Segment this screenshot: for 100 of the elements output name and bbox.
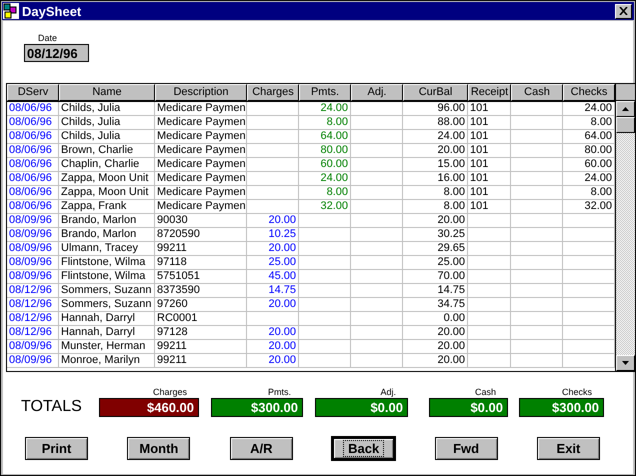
table-cell: 88.00 [403, 116, 468, 129]
scroll-thumb[interactable] [616, 117, 635, 133]
total-caption: Checks [562, 387, 592, 397]
table-cell: 08/09/96 [7, 354, 59, 367]
table-cell: 24.00 [299, 172, 351, 185]
table-cell: Flintstone, Wilma [59, 256, 155, 269]
table-cell: 29.65 [403, 242, 468, 255]
table-cell: 8.00 [403, 200, 468, 213]
table-cell: 14.75 [247, 284, 299, 297]
table-cell: Ulmann, Tracey [59, 242, 155, 255]
table-cell: Childs, Julia [59, 116, 155, 129]
column-header[interactable]: Charges [247, 84, 299, 101]
table-cell: 08/06/96 [7, 158, 59, 171]
table-cell: 64.00 [299, 130, 351, 143]
table-cell: 60.00 [299, 158, 351, 171]
table-cell: 97260 [155, 298, 247, 311]
table-cell: Medicare Paymen [155, 130, 247, 143]
window-title: DaySheet [22, 4, 82, 18]
table-cell: 101 [468, 116, 511, 129]
table-cell: 96.00 [403, 102, 468, 115]
column-header[interactable]: Description [155, 84, 247, 101]
table-cell: Brando, Marlon [59, 214, 155, 227]
column-header[interactable]: CurBal [403, 84, 468, 101]
table-cell: 08/09/96 [7, 228, 59, 241]
action-button[interactable]: Print [25, 437, 88, 460]
action-button[interactable]: Exit [536, 437, 600, 460]
table-cell: Munster, Herman [59, 340, 155, 353]
table-cell: 101 [468, 186, 511, 199]
table-cell: 08/09/96 [7, 256, 59, 269]
table-cell: 8.00 [299, 116, 351, 129]
table-cell: 08/06/96 [7, 172, 59, 185]
close-icon [619, 7, 628, 15]
table-cell: 97118 [155, 256, 247, 269]
scroll-up-button[interactable] [616, 101, 635, 117]
column-header[interactable]: Checks [563, 84, 615, 101]
table-cell: 08/06/96 [7, 144, 59, 157]
table-cell: 101 [468, 102, 511, 115]
action-button[interactable]: A/R [230, 437, 293, 460]
scrollbar[interactable] [615, 101, 635, 371]
totals-label: TOTALS [21, 398, 83, 416]
column-header[interactable]: Adj. [351, 84, 403, 101]
table-cell: 90030 [155, 214, 247, 227]
table-cell: 24.00 [403, 130, 468, 143]
table-cell: 20.00 [247, 354, 299, 367]
action-button[interactable]: Month [127, 437, 190, 460]
scroll-down-button[interactable] [616, 355, 635, 371]
table-cell: 101 [468, 172, 511, 185]
column-header[interactable]: DServ [7, 84, 59, 101]
table-cell: Medicare Paymen [155, 200, 247, 213]
table-cell: Medicare Paymen [155, 172, 247, 185]
action-button[interactable]: Fwd [434, 437, 498, 460]
down-arrow-icon [622, 361, 629, 365]
column-header[interactable]: Name [59, 84, 155, 101]
table-cell: RC0001 [155, 312, 247, 325]
table-cell: 08/12/96 [7, 326, 59, 339]
total-caption: Adj. [380, 387, 396, 397]
table-cell: 80.00 [299, 144, 351, 157]
table-cell: 08/09/96 [7, 242, 59, 255]
table-cell: 08/09/96 [7, 340, 59, 353]
column-header[interactable]: Receipt [468, 84, 511, 101]
table-cell: Monroe, Marilyn [59, 354, 155, 367]
table-cell: Medicare Paymen [155, 144, 247, 157]
table-cell: Medicare Paymen [155, 158, 247, 171]
table-cell: 101 [468, 200, 511, 213]
table-cell: 101 [468, 144, 511, 157]
table-cell: Childs, Julia [59, 102, 155, 115]
total-value: $300.00 [211, 398, 303, 417]
table-cell: 25.00 [403, 256, 468, 269]
table-cell: Zappa, Moon Unit [59, 186, 155, 199]
table-cell: 34.75 [403, 298, 468, 311]
table-cell: 08/09/96 [7, 214, 59, 227]
date-field[interactable]: 08/12/96 [24, 44, 89, 62]
table-cell: 99211 [155, 354, 247, 367]
table-cell: 08/09/96 [7, 270, 59, 283]
table-cell: 99211 [155, 242, 247, 255]
total-caption: Cash [474, 387, 496, 397]
table-cell: Childs, Julia [59, 130, 155, 143]
table-cell: 08/06/96 [7, 200, 59, 213]
table-cell: 101 [468, 158, 511, 171]
table-cell: 16.00 [403, 172, 468, 185]
table-cell: 08/06/96 [7, 186, 59, 199]
table-cell: Hannah, Darryl [59, 326, 155, 339]
table-cell: 08/12/96 [7, 312, 59, 325]
column-header[interactable]: Cash [511, 84, 563, 101]
table-cell: 70.00 [403, 270, 468, 283]
column-header[interactable]: Pmts. [299, 84, 351, 101]
table-cell: 20.00 [403, 326, 468, 339]
table-cell: 8.00 [403, 186, 468, 199]
table-cell: 99211 [155, 340, 247, 353]
table-cell: Chaplin, Charlie [59, 158, 155, 171]
close-button[interactable] [615, 4, 632, 18]
table-cell: Zappa, Moon Unit [59, 172, 155, 185]
table-cell: 08/06/96 [7, 130, 59, 143]
table-cell: 101 [468, 130, 511, 143]
table-cell: 20.00 [403, 354, 468, 367]
up-arrow-icon [622, 107, 629, 111]
action-button[interactable]: Back [332, 437, 396, 460]
table-cell: Flintstone, Wilma [59, 270, 155, 283]
table-cell: Brando, Marlon [59, 228, 155, 241]
table-cell: 20.00 [247, 326, 299, 339]
